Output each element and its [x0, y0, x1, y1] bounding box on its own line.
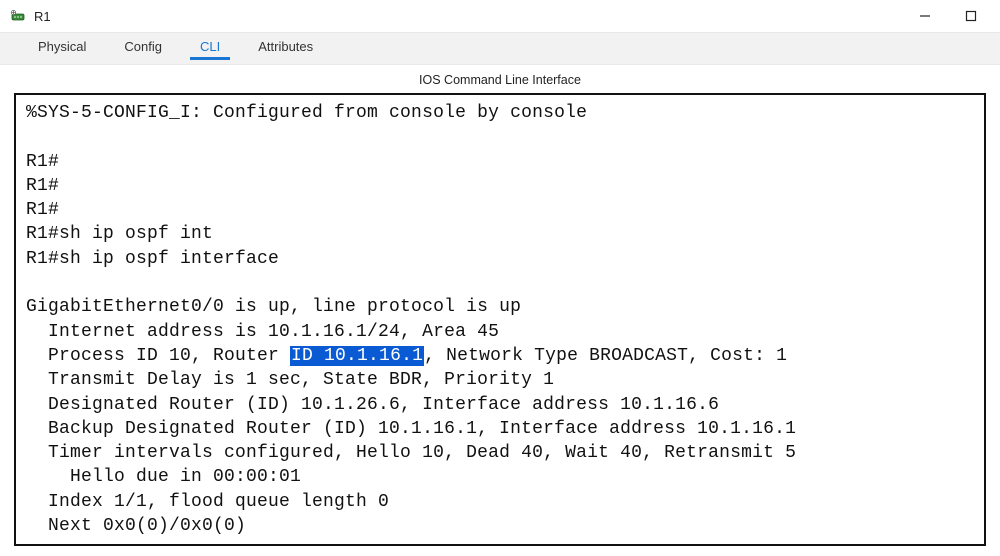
cli-line: Timer intervals configured, Hello 10, De…: [26, 443, 796, 463]
tab-strip: Physical Config CLI Attributes: [0, 32, 1000, 65]
cli-line: Next 0x0(0)/0x0(0): [26, 516, 246, 536]
router-icon: [10, 8, 26, 24]
terminal-wrap: %SYS-5-CONFIG_I: Configured from console…: [0, 93, 1000, 556]
cli-line: Hello due in 00:00:01: [26, 467, 301, 487]
tab-attributes[interactable]: Attributes: [248, 33, 323, 60]
cli-line-part: , Network Type BROADCAST, Cost: 1: [424, 346, 787, 366]
minimize-button[interactable]: [902, 0, 948, 32]
window-controls: [902, 0, 994, 32]
cli-line: Transmit Delay is 1 sec, State BDR, Prio…: [26, 370, 554, 390]
section-label: IOS Command Line Interface: [0, 65, 1000, 93]
cli-line: Designated Router (ID) 10.1.26.6, Interf…: [26, 395, 719, 415]
cli-line: GigabitEthernet0/0 is up, line protocol …: [26, 297, 521, 317]
cli-line: Backup Designated Router (ID) 10.1.16.1,…: [26, 419, 796, 439]
cli-line: R1#sh ip ospf int: [26, 224, 213, 244]
cli-line: R1#: [26, 152, 59, 172]
tab-physical[interactable]: Physical: [28, 33, 96, 60]
window: R1 Physical Config CLI Attributes IOS Co…: [0, 0, 1000, 546]
cli-terminal[interactable]: %SYS-5-CONFIG_I: Configured from console…: [14, 93, 986, 546]
cli-line: Index 1/1, flood queue length 0: [26, 492, 389, 512]
cli-line: R1#sh ip ospf interface: [26, 249, 279, 269]
maximize-button[interactable]: [948, 0, 994, 32]
cli-line: R1#: [26, 200, 59, 220]
cli-line-part: Process ID 10, Router: [26, 346, 290, 366]
titlebar: R1: [0, 0, 1000, 32]
tab-config[interactable]: Config: [114, 33, 172, 60]
cli-line: %SYS-5-CONFIG_I: Configured from console…: [26, 103, 587, 123]
cli-line: R1#: [26, 176, 59, 196]
cli-line: Internet address is 10.1.16.1/24, Area 4…: [26, 322, 499, 342]
window-title: R1: [34, 9, 51, 24]
tab-cli[interactable]: CLI: [190, 33, 230, 60]
cli-selection: ID 10.1.16.1: [290, 346, 424, 366]
